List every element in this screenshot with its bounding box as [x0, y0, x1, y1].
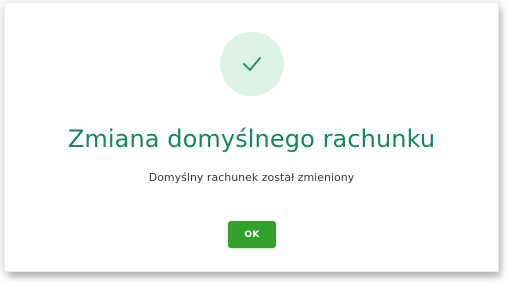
- checkmark-icon: [243, 57, 261, 71]
- ok-button[interactable]: OK: [228, 221, 276, 248]
- success-dialog: Zmiana domyślnego rachunku Domyślny rach…: [4, 2, 499, 272]
- dialog-title: Zmiana domyślnego rachunku: [67, 125, 436, 153]
- dialog-message: Domyślny rachunek został zmieniony: [148, 171, 355, 184]
- success-badge: [220, 32, 284, 96]
